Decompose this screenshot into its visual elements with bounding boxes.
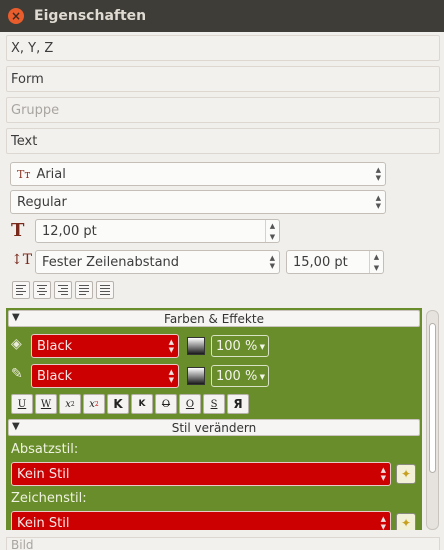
absatzstil-value: Kein Stil xyxy=(17,466,70,482)
combo-arrows-icon: ▲ ▼ xyxy=(380,466,386,482)
small-caps-button[interactable]: K xyxy=(131,394,153,414)
panel-scrollbar[interactable] xyxy=(426,310,439,530)
underline-words-button[interactable]: W xyxy=(35,394,57,414)
combo-arrows-icon: ▲ ▼ xyxy=(168,368,174,384)
section-bild: Bild xyxy=(6,537,440,550)
font-size-spinbox[interactable]: 12,00 pt ▲ ▼ xyxy=(35,219,280,243)
line-spacing-mode-value: Fester Zeilenabstand xyxy=(42,254,180,270)
zeichenstil-combo[interactable]: Kein Stil ▲ ▼ xyxy=(11,511,391,530)
scrollbar-thumb[interactable] xyxy=(429,323,436,473)
outline-button[interactable]: O xyxy=(179,394,201,414)
close-icon: × xyxy=(10,9,22,23)
fill-bucket-icon: ◈ xyxy=(11,336,22,352)
stil-veraendern-label: Stil verändern xyxy=(171,421,257,435)
absatzstil-label: Absatzstil: xyxy=(11,442,79,457)
underline-button[interactable]: U xyxy=(11,394,33,414)
section-gruppe: Gruppe xyxy=(6,97,440,123)
combo-arrows-icon: ▲ ▼ xyxy=(168,338,174,354)
stroke-shade-spinbox[interactable]: 100 % ▼ xyxy=(211,365,269,387)
stroke-shade-swatch xyxy=(187,367,205,385)
absatzstil-combo[interactable]: Kein Stil ▲ ▼ xyxy=(11,462,391,486)
section-text[interactable]: Text xyxy=(6,128,440,154)
spin-arrows-icon: ▼ xyxy=(259,343,265,351)
spin-arrows-icon: ▼ xyxy=(259,373,265,381)
section-xyz-label: X, Y, Z xyxy=(11,40,54,56)
strikethrough-button[interactable]: O xyxy=(155,394,177,414)
stroke-pen-icon: ✎ xyxy=(11,366,23,382)
properties-window: × Eigenschaften X, Y, Z Form Gruppe Text… xyxy=(0,0,444,550)
combo-arrows-icon: ▲ ▼ xyxy=(375,194,381,210)
section-form-label: Form xyxy=(11,71,44,87)
clear-paragraph-style-button[interactable]: ✦ xyxy=(396,464,416,484)
section-form[interactable]: Form xyxy=(6,66,440,92)
align-center-button[interactable] xyxy=(33,281,51,299)
all-caps-button[interactable]: K xyxy=(107,394,129,414)
section-bild-label: Bild xyxy=(11,538,34,550)
force-justify-button[interactable] xyxy=(96,281,114,299)
line-spacing-mode-combo[interactable]: Fester Zeilenabstand ▲ ▼ xyxy=(35,250,280,274)
section-gruppe-label: Gruppe xyxy=(11,102,60,118)
font-style-value: Regular xyxy=(17,194,67,210)
font-style-combo[interactable]: Regular ▲ ▼ xyxy=(10,190,386,214)
text-effects-toolbar: U W x2 x2 K K O O S Я xyxy=(11,394,249,414)
zeichenstil-value: Kein Stil xyxy=(17,515,70,531)
combo-arrows-icon: ▲ ▼ xyxy=(375,166,381,182)
fill-shade-spinbox[interactable]: 100 % ▼ xyxy=(211,335,269,357)
justify-button[interactable] xyxy=(75,281,93,299)
line-spacing-spinbox[interactable]: 15,00 pt ▲ ▼ xyxy=(286,250,384,274)
align-right-button[interactable] xyxy=(54,281,72,299)
combo-arrows-icon: ▲ ▼ xyxy=(380,515,386,530)
font-size-value: 12,00 pt xyxy=(42,223,97,239)
fill-shade-swatch xyxy=(187,337,205,355)
font-size-icon: T xyxy=(11,220,25,241)
fill-shade-value: 100 % xyxy=(216,338,258,354)
text-effects-panel: ▼ Farben & Effekte ◈ Black ▲ ▼ 100 % ▼ ✎ … xyxy=(6,308,422,530)
fill-color-combo[interactable]: Black ▲ ▼ xyxy=(31,334,179,358)
font-family-combo[interactable]: Tт Arial ▲ ▼ xyxy=(10,162,386,186)
line-spacing-value: 15,00 pt xyxy=(293,254,348,270)
font-family-value: Arial xyxy=(36,166,66,182)
mirror-button[interactable]: Я xyxy=(227,394,249,414)
align-left-button[interactable] xyxy=(12,281,30,299)
fill-color-value: Black xyxy=(37,338,73,354)
title-bar: × Eigenschaften xyxy=(0,0,444,32)
farben-effekte-header[interactable]: ▼ Farben & Effekte xyxy=(8,310,420,327)
shadow-button[interactable]: S xyxy=(203,394,225,414)
alignment-toolbar xyxy=(12,281,114,299)
zeichenstil-label: Zeichenstil: xyxy=(11,491,87,506)
clear-character-style-button[interactable]: ✦ xyxy=(396,513,416,530)
stroke-shade-value: 100 % xyxy=(216,368,258,384)
stroke-color-combo[interactable]: Black ▲ ▼ xyxy=(31,364,179,388)
subscript-button[interactable]: x2 xyxy=(59,394,81,414)
stroke-color-value: Black xyxy=(37,368,73,384)
combo-arrows-icon: ▲ ▼ xyxy=(269,254,275,270)
spin-arrows-icon[interactable]: ▲ ▼ xyxy=(369,251,383,273)
close-button[interactable]: × xyxy=(8,8,24,24)
font-type-icon: Tт xyxy=(17,167,31,181)
superscript-button[interactable]: x2 xyxy=(83,394,105,414)
farben-effekte-label: Farben & Effekte xyxy=(164,312,264,326)
section-xyz[interactable]: X, Y, Z xyxy=(6,35,440,61)
stil-veraendern-header[interactable]: ▼ Stil verändern xyxy=(8,419,420,436)
broom-icon: ✦ xyxy=(400,516,412,530)
window-title: Eigenschaften xyxy=(34,8,147,24)
broom-icon: ✦ xyxy=(400,467,412,481)
section-text-label: Text xyxy=(11,133,38,149)
line-spacing-icon: ↕T xyxy=(11,252,33,268)
spin-arrows-icon[interactable]: ▲ ▼ xyxy=(265,220,279,242)
